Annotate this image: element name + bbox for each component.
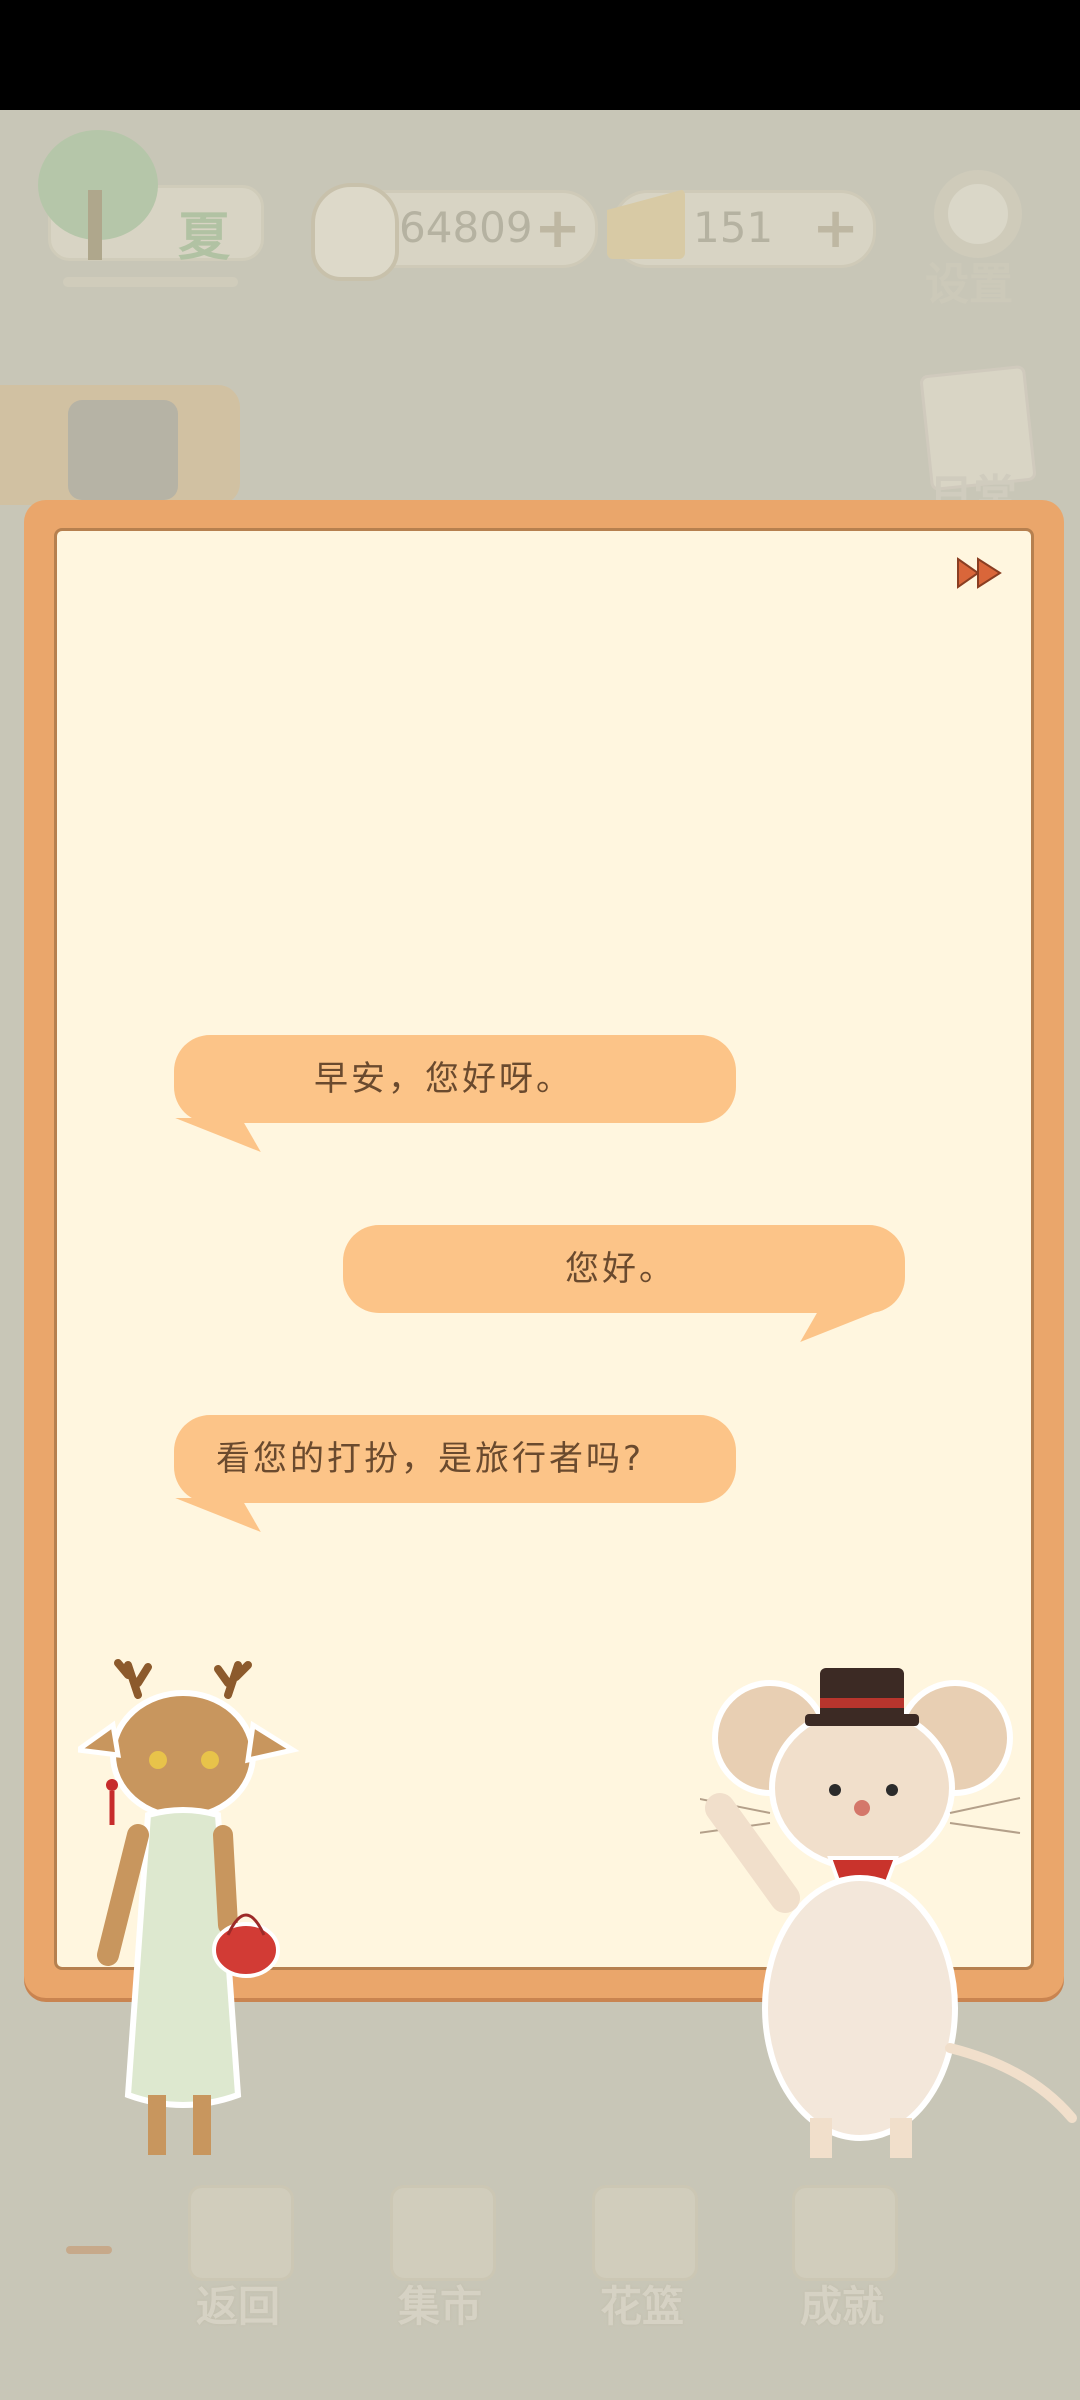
nav-market[interactable]: 集市 bbox=[380, 2185, 500, 2331]
fast-forward-icon[interactable] bbox=[956, 555, 1004, 591]
settings-label: 设置 bbox=[925, 259, 1013, 310]
season-progress-bar bbox=[63, 277, 238, 287]
dialog-line: 您好。 bbox=[565, 1249, 676, 1289]
speech-bubble-right: 您好。 bbox=[343, 1225, 905, 1313]
daily-button[interactable]: 日常 bbox=[915, 364, 1045, 522]
fish-bone-icon bbox=[311, 183, 399, 281]
trophy-icon bbox=[792, 2185, 898, 2281]
speech-bubble-left: 看您的打扮，是旅行者吗? bbox=[174, 1415, 736, 1503]
cheese-count: 151 bbox=[693, 203, 774, 252]
speech-bubble-left: 早安，您好呀。 bbox=[174, 1035, 736, 1123]
gear-icon bbox=[934, 170, 1022, 258]
window-icon bbox=[188, 2185, 294, 2281]
tree-trunk bbox=[88, 190, 102, 260]
season-label: 夏 bbox=[178, 208, 231, 268]
flower-basket-icon bbox=[592, 2185, 698, 2281]
deer-character bbox=[78, 1659, 300, 2155]
mouse-character bbox=[700, 1668, 1077, 2158]
nav-market-label: 集市 bbox=[397, 2282, 482, 2331]
backpack-icon bbox=[68, 400, 178, 500]
nav-collapse-handle[interactable] bbox=[66, 2246, 112, 2254]
market-stall-icon bbox=[390, 2185, 496, 2281]
fish-count: 64809 bbox=[399, 203, 533, 252]
add-fish-button[interactable]: + bbox=[534, 199, 581, 259]
nav-return-label: 返回 bbox=[195, 2282, 280, 2331]
nav-return[interactable]: 返回 bbox=[178, 2185, 298, 2331]
nav-achievements-label: 成就 bbox=[799, 2282, 884, 2331]
fish-currency: 64809 + bbox=[311, 183, 598, 281]
add-cheese-button[interactable]: + bbox=[812, 199, 859, 259]
status-bar bbox=[0, 0, 1080, 110]
backpack-button[interactable] bbox=[0, 385, 240, 505]
nav-achievements[interactable]: 成就 bbox=[782, 2185, 902, 2331]
season-indicator[interactable]: 夏 bbox=[38, 130, 268, 287]
dialog-line: 早安，您好呀。 bbox=[314, 1059, 573, 1099]
dialog-line: 看您的打扮，是旅行者吗? bbox=[216, 1439, 645, 1479]
nav-flower-basket[interactable]: 花篮 bbox=[582, 2185, 702, 2331]
cheese-currency: 151 + bbox=[607, 189, 876, 268]
nav-flower-basket-label: 花篮 bbox=[599, 2282, 684, 2331]
settings-button[interactable]: 设置 bbox=[920, 170, 1040, 310]
